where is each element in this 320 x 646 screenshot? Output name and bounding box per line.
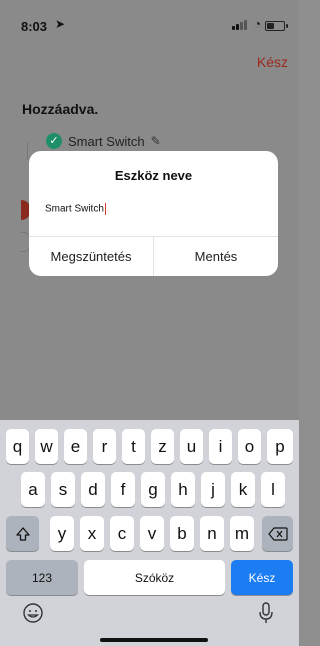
key-l[interactable]: l [261,472,285,507]
keyboard: q w e r t z u i o p a s d f g h j k l y … [0,420,299,646]
shift-icon [15,526,30,541]
dialog-buttons: Megszüntetés Mentés [29,237,278,276]
backspace-icon [267,526,288,541]
key-j[interactable]: j [201,472,225,507]
battery-icon [265,21,288,31]
status-bar: 8:03 ➤ ◔ [0,0,299,40]
home-indicator [100,638,208,642]
key-y[interactable]: y [50,516,74,551]
status-time: 8:03 [21,19,48,34]
return-key[interactable]: Kész [231,560,293,595]
emoji-icon [23,603,43,623]
key-m[interactable]: m [230,516,254,551]
key-f[interactable]: f [111,472,135,507]
text-caret [104,203,106,215]
done-button[interactable]: Kész [257,54,288,70]
divider [27,142,28,160]
numbers-key[interactable]: 123 [6,560,78,595]
key-v[interactable]: v [140,516,164,551]
key-h[interactable]: h [171,472,195,507]
key-g[interactable]: g [141,472,165,507]
dialog-title: Eszköz neve [114,168,193,183]
wifi-icon: ◔ [253,17,261,31]
shift-key[interactable] [6,516,39,551]
rename-dialog: Eszköz neve Smart Switch Megszüntetés Me… [29,151,278,276]
section-title: Hozzáadva. [22,101,99,117]
device-name-input[interactable]: Smart Switch [45,203,106,215]
backspace-key[interactable] [262,516,293,551]
dictation-button[interactable] [258,601,274,625]
key-i[interactable]: i [209,429,232,464]
pencil-icon[interactable]: ✎ [151,134,161,148]
emoji-button[interactable] [22,602,44,624]
key-e[interactable]: e [64,429,87,464]
key-n[interactable]: n [200,516,224,551]
key-k[interactable]: k [231,472,255,507]
cancel-button[interactable]: Megszüntetés [29,237,153,276]
key-p[interactable]: p [267,429,293,464]
check-icon: ✓ [46,133,62,149]
signal-icon [232,20,247,30]
device-row[interactable]: ✓ Smart Switch ✎ [46,133,161,149]
device-name: Smart Switch [68,133,145,149]
location-arrow-icon: ➤ [55,17,66,31]
save-button[interactable]: Mentés [153,237,278,276]
device-name-input-value: Smart Switch [45,203,104,215]
key-w[interactable]: w [35,429,58,464]
key-u[interactable]: u [180,429,203,464]
key-o[interactable]: o [238,429,261,464]
key-d[interactable]: d [81,472,105,507]
key-x[interactable]: x [80,516,104,551]
microphone-icon [259,602,273,623]
space-key[interactable]: Szóköz [84,560,225,595]
key-c[interactable]: c [110,516,134,551]
key-r[interactable]: r [93,429,116,464]
key-a[interactable]: a [21,472,45,507]
key-t[interactable]: t [122,429,145,464]
key-b[interactable]: b [170,516,194,551]
key-z[interactable]: z [151,429,174,464]
key-s[interactable]: s [51,472,75,507]
screen: 8:03 ➤ ◔ Kész Hozzáadva. ✓ Smart Switch … [0,0,299,646]
key-q[interactable]: q [6,429,29,464]
